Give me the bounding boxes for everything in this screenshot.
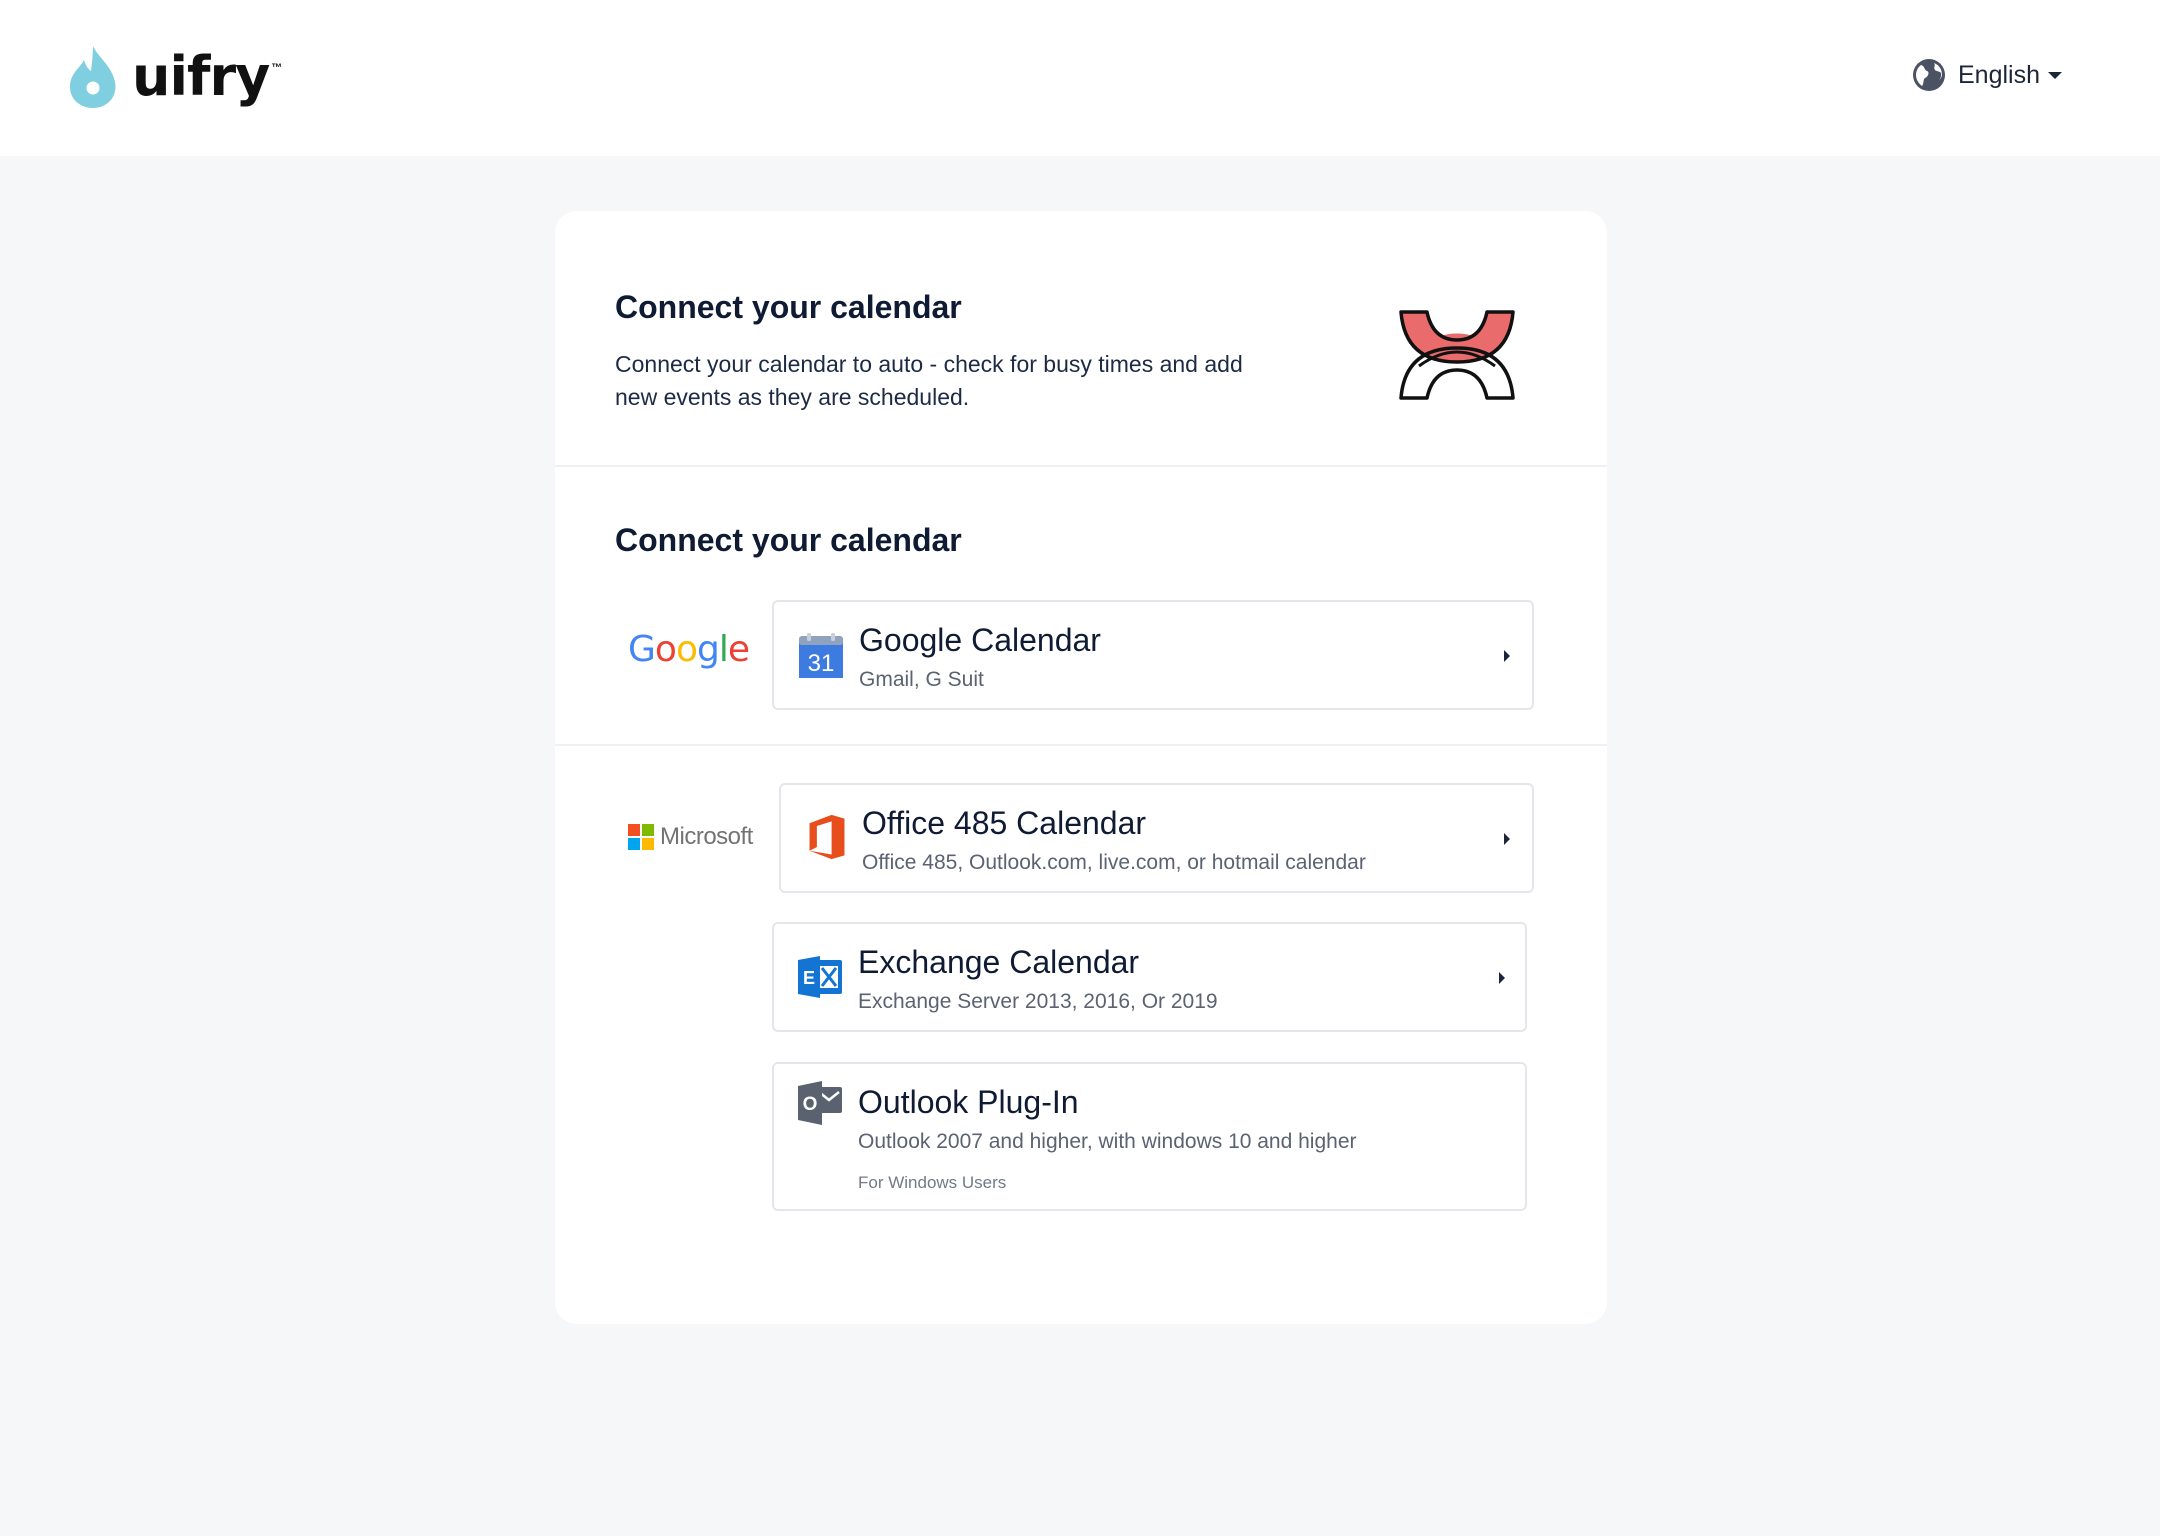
option-title: Exchange Calendar <box>858 944 1140 980</box>
google-brand-logo: Google <box>628 629 750 670</box>
language-label: English <box>1958 60 2040 89</box>
section-divider <box>555 744 1607 746</box>
exchange-icon: E <box>798 956 842 998</box>
section-divider <box>555 465 1607 467</box>
intro-title: Connect your calendar <box>615 289 962 325</box>
option-title: Google Calendar <box>859 622 1101 658</box>
outlook-plugin-option[interactable]: O Outlook Plug-In Outlook 2007 and highe… <box>772 1062 1527 1211</box>
calendar-day-number: 31 <box>808 650 835 677</box>
office-calendar-option[interactable]: Office 485 Calendar Office 485, Outlook.… <box>779 783 1534 893</box>
intro-description: Connect your calendar to auto - check fo… <box>615 351 1243 410</box>
providers-title: Connect your calendar <box>615 522 962 558</box>
option-title: Outlook Plug-In <box>858 1084 1079 1120</box>
option-subtitle: Outlook 2007 and higher, with windows 10… <box>858 1130 1357 1153</box>
office-icon <box>809 814 845 860</box>
option-subtitle: Gmail, G Suit <box>859 668 984 691</box>
chevron-right-icon <box>1499 972 1505 984</box>
chevron-right-icon <box>1504 650 1510 662</box>
google-wordmark: Google <box>628 629 750 670</box>
option-subtitle: Office 485, Outlook.com, live.com, or ho… <box>862 851 1366 874</box>
svg-text:E: E <box>803 968 815 988</box>
option-subtitle: Exchange Server 2013, 2016, Or 2019 <box>858 990 1218 1013</box>
google-calendar-icon: 31 <box>799 633 843 678</box>
brand-logo[interactable]: uifry ™ <box>68 46 282 108</box>
microsoft-logo-icon <box>628 824 654 850</box>
logo-trademark: ™ <box>271 62 283 74</box>
microsoft-brand-logo: Microsoft <box>628 823 753 851</box>
flame-logo-icon <box>69 46 116 108</box>
option-note: For Windows Users <box>858 1173 1007 1192</box>
outlook-icon: O <box>798 1081 842 1125</box>
calendar-connect-illustration-icon <box>1399 310 1515 400</box>
language-selector[interactable]: English <box>1912 58 2062 92</box>
svg-text:O: O <box>803 1094 818 1115</box>
google-calendar-option[interactable]: 31 Google Calendar Gmail, G Suit <box>772 600 1534 710</box>
globe-icon <box>1913 59 1945 91</box>
option-title: Office 485 Calendar <box>862 805 1147 841</box>
top-header: uifry ™ English <box>0 0 2160 156</box>
logo-wordmark: uifry <box>132 45 270 108</box>
chevron-down-icon <box>2048 71 2062 79</box>
connect-calendar-card: Connect your calendar Connect your calen… <box>555 211 1607 1324</box>
microsoft-wordmark: Microsoft <box>660 823 753 850</box>
chevron-right-icon <box>1504 833 1510 845</box>
exchange-calendar-option[interactable]: E Exchange Calendar Exchange Server 2013… <box>772 922 1527 1032</box>
